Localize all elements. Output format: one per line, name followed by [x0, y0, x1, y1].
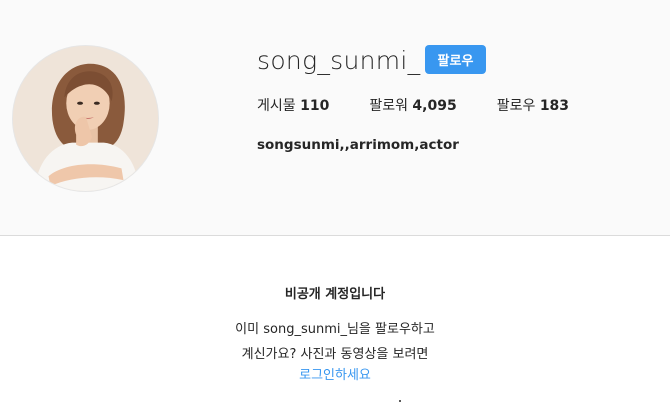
private-account-notice: 비공개 계정입니다 이미 song_sunmi_님을 팔로우하고 계신가요? 사… [0, 237, 670, 413]
profile-bio: songsunmi,,arrimom,actor [257, 137, 459, 153]
stat-posts-value: 110 [300, 98, 330, 114]
profile-stats: 게시물 110 팔로워 4,095 팔로우 183 [257, 95, 609, 115]
private-message-line-2: 계신가요? 사진과 동영상을 보려면 [241, 347, 429, 362]
stat-following-value: 183 [539, 98, 570, 114]
username: song_sunmi_ [257, 46, 421, 75]
stat-following-label: 팔로우 [496, 98, 536, 114]
login-link[interactable]: 로그인하세요 [0, 364, 670, 383]
stat-followers-label: 팔로워 [369, 98, 408, 114]
stat-followers[interactable]: 팔로워 4,095 [369, 95, 456, 115]
private-title: 비공개 계정입니다 [284, 287, 386, 302]
divider-dot [399, 400, 401, 402]
stat-posts: 게시물 110 [257, 95, 329, 115]
profile-header: song_sunmi_ 팔로우 게시물 110 팔로워 4,095 팔로우 18… [0, 0, 670, 236]
stat-posts-label: 게시물 [257, 98, 296, 114]
stat-followers-value: 4,095 [412, 98, 457, 114]
follow-button[interactable]: 팔로우 [425, 45, 486, 74]
profile-photo-icon [13, 46, 158, 191]
avatar[interactable] [12, 45, 159, 192]
private-message-line-1: 이미 song_sunmi_님을 팔로우하고 [235, 322, 435, 337]
stat-following[interactable]: 팔로우 183 [497, 95, 569, 115]
